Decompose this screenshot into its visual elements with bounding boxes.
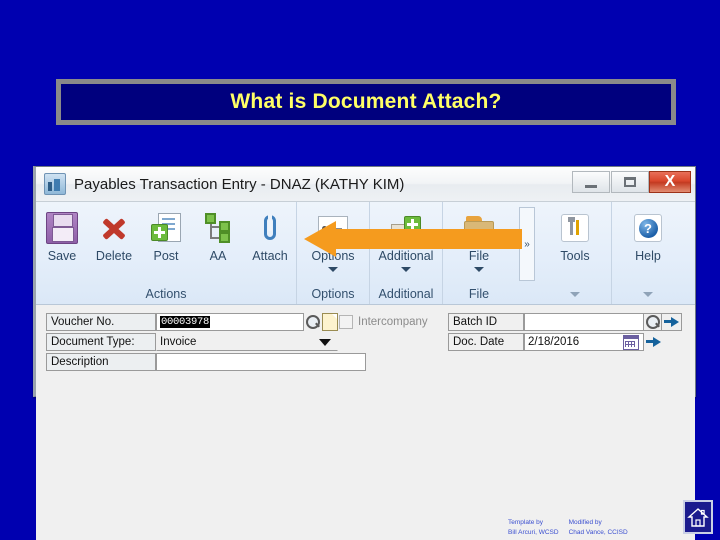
document-type-row: Document Type: Invoice xyxy=(46,333,338,351)
document-type-value: Invoice xyxy=(160,336,197,348)
batch-id-goto-icon[interactable] xyxy=(662,313,682,331)
template-by-block: Template by Bill Arcuri, WCSD xyxy=(508,518,559,538)
doc-date-label: Doc. Date xyxy=(448,333,524,351)
modified-by-block: Modified by Chad Vance, CCISD xyxy=(569,518,628,538)
post-document-plus-icon xyxy=(151,209,181,247)
tools-wrench-icon xyxy=(561,209,589,247)
ribbon-group-label-actions: Actions xyxy=(145,287,187,301)
modified-by-name: Chad Vance, CCISD xyxy=(568,528,628,536)
doc-date-value: 2/18/2016 xyxy=(528,336,580,348)
maximize-button[interactable] xyxy=(611,171,649,193)
application-icon xyxy=(44,173,66,195)
slide-title-box: What is Document Attach? xyxy=(56,79,676,125)
help-glyph: ? xyxy=(638,218,658,238)
attach-button[interactable]: Attach xyxy=(244,206,296,263)
description-label: Description xyxy=(46,353,156,371)
aa-label: AA xyxy=(209,249,227,263)
description-row: Description xyxy=(46,353,366,371)
calendar-icon[interactable] xyxy=(623,334,639,350)
attach-paperclip-icon xyxy=(255,209,285,247)
save-button[interactable]: Save xyxy=(36,206,88,263)
description-input[interactable] xyxy=(156,353,366,371)
post-label: Post xyxy=(153,249,179,263)
batch-id-row: Batch ID xyxy=(448,313,682,331)
footer-credits: Template by Bill Arcuri, WCSD Modified b… xyxy=(508,518,668,538)
chevron-down-icon[interactable] xyxy=(328,267,338,272)
delete-button[interactable]: Delete xyxy=(88,206,140,263)
help-question-icon: ? xyxy=(634,209,662,247)
chevron-down-icon xyxy=(319,338,331,346)
modified-by-label: Modified by xyxy=(568,519,602,526)
analytical-accounting-icon xyxy=(203,209,233,247)
help-dropdown-caret[interactable] xyxy=(612,284,684,304)
ribbon-group-actions: Save Delete Post AA Attach Actions xyxy=(36,202,296,304)
tools-dropdown-caret[interactable] xyxy=(539,284,611,304)
save-label: Save xyxy=(47,249,77,263)
tools-label: Tools xyxy=(560,249,590,263)
document-type-label: Document Type: xyxy=(46,333,156,351)
close-button[interactable]: X xyxy=(649,171,691,193)
tools-button[interactable]: Tools xyxy=(539,206,611,263)
transaction-form: Voucher No. 00003978 Intercompany Docume… xyxy=(36,305,695,540)
voucher-value: 00003978 xyxy=(160,316,211,328)
batch-id-lookup-icon[interactable] xyxy=(644,313,662,331)
window-title: Payables Transaction Entry - DNAZ (KATHY… xyxy=(74,175,405,193)
aa-button[interactable]: AA xyxy=(192,206,244,263)
template-by-name: Bill Arcuri, WCSD xyxy=(508,528,559,536)
voucher-lookup-icon[interactable] xyxy=(304,314,321,330)
template-by-label: Template by xyxy=(508,519,544,526)
home-button[interactable] xyxy=(683,500,713,534)
payables-transaction-entry-window: Payables Transaction Entry - DNAZ (KATHY… xyxy=(33,166,696,540)
slide-canvas: What is Document Attach? Payables Transa… xyxy=(0,0,720,540)
voucher-label: Voucher No. xyxy=(46,313,156,331)
help-button[interactable]: ? Help xyxy=(612,206,684,263)
doc-date-row: Doc. Date 2/18/2016 xyxy=(448,333,664,351)
intercompany-label: Intercompany xyxy=(358,316,428,328)
chevron-down-icon[interactable] xyxy=(474,267,484,272)
chevron-down-icon[interactable] xyxy=(401,267,411,272)
delete-red-x-icon xyxy=(99,209,129,247)
attach-label: Attach xyxy=(252,249,288,263)
ribbon-group-label-options: Options xyxy=(311,287,355,301)
post-button[interactable]: Post xyxy=(140,206,192,263)
help-label: Help xyxy=(635,249,661,263)
batch-id-input[interactable] xyxy=(524,313,644,331)
ribbon-group-label-additional: Additional xyxy=(378,287,434,301)
save-floppy-icon xyxy=(46,209,78,247)
doc-date-input[interactable]: 2/18/2016 xyxy=(524,333,644,351)
delete-label: Delete xyxy=(95,249,133,263)
window-titlebar: Payables Transaction Entry - DNAZ (KATHY… xyxy=(36,167,695,202)
minimize-button[interactable] xyxy=(572,171,610,193)
intercompany-checkbox[interactable] xyxy=(338,315,354,329)
document-type-dropdown[interactable]: Invoice xyxy=(156,333,338,351)
batch-id-label: Batch ID xyxy=(448,313,524,331)
ribbon-group-tools: Tools xyxy=(539,202,611,304)
voucher-new-document-icon[interactable] xyxy=(321,313,338,331)
page-title: What is Document Attach? xyxy=(230,90,502,113)
voucher-input[interactable]: 00003978 xyxy=(156,313,304,331)
orange-left-arrow xyxy=(304,221,522,257)
home-icon xyxy=(687,508,709,527)
voucher-row: Voucher No. 00003978 Intercompany xyxy=(46,313,428,331)
ribbon-group-help: ? Help xyxy=(611,202,684,304)
ribbon-group-label-file: File xyxy=(468,287,490,301)
doc-date-goto-icon[interactable] xyxy=(644,333,664,351)
